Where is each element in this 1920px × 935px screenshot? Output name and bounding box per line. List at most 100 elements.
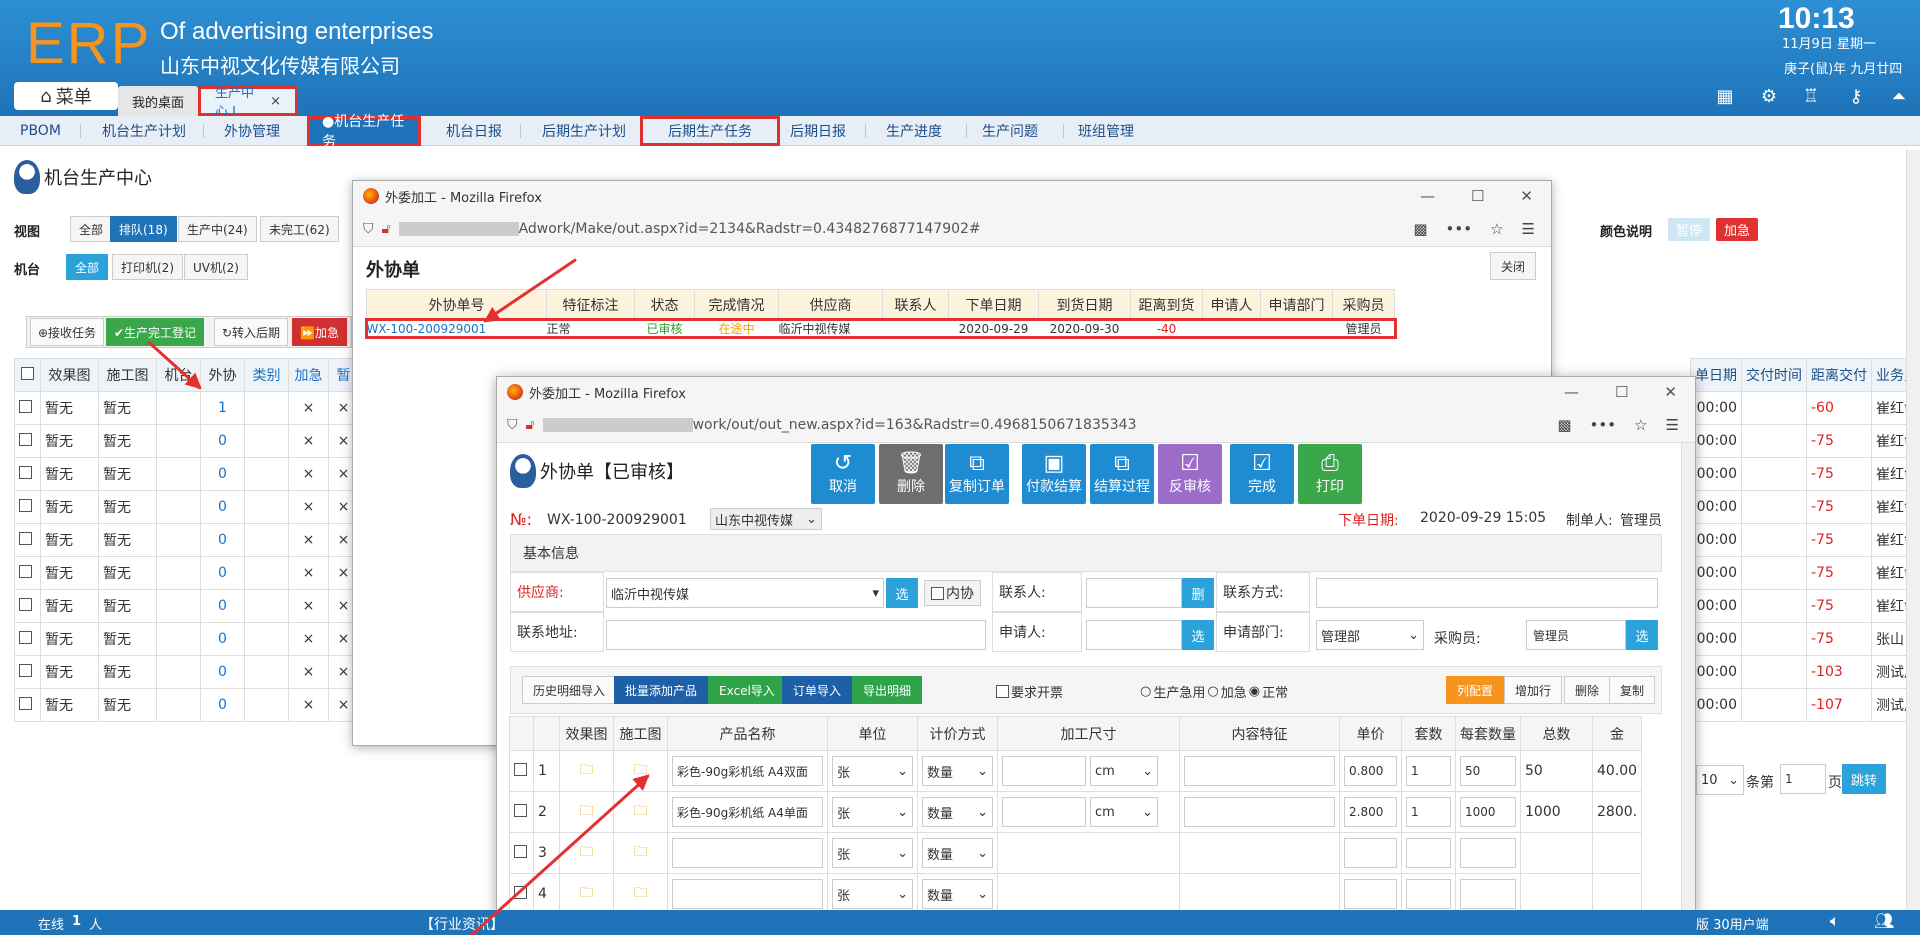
select-all-checkbox[interactable] [21, 366, 34, 380]
outsource-count-link[interactable]: 0 [200, 655, 245, 689]
size-input[interactable] [1002, 756, 1086, 786]
delete-row-button[interactable]: 删除 [1564, 676, 1611, 704]
applicant-pick-button[interactable]: 选 [1182, 620, 1214, 650]
folder-icon[interactable]: 🗀 [634, 885, 648, 901]
calc-select[interactable]: 数量⌄ [922, 756, 993, 786]
content-input[interactable] [1184, 797, 1335, 827]
radio-normal[interactable]: ◉ [1249, 684, 1260, 699]
view-queue[interactable]: 排队(18) [110, 216, 177, 242]
table-row[interactable]: 暂无 暂无 1 × × [14, 391, 359, 425]
product-name-input[interactable] [672, 879, 823, 909]
table-row[interactable]: 3 🗀 🗀 张 ⌄ 数量 ⌄ [509, 832, 1643, 874]
unit-select[interactable]: 张⌄ [832, 879, 913, 909]
table-row[interactable]: 暂无 暂无 0 × × [14, 523, 359, 557]
table-row[interactable]: 00:00 -75 崔红翎 [1690, 523, 1920, 557]
hamburger-icon[interactable]: ☰ [1522, 220, 1535, 238]
close-icon[interactable]: ✕ [1520, 187, 1533, 205]
nav-outsource[interactable]: 外协管理 [212, 116, 292, 146]
nav-post-plan[interactable]: 后期生产计划 [530, 116, 638, 146]
size-unit-select[interactable]: cm ⌄ [1090, 797, 1158, 827]
close-icon[interactable]: × [270, 94, 281, 109]
row-checkbox[interactable] [19, 597, 32, 611]
table-row[interactable]: 00:00 -75 张山 [1690, 622, 1920, 656]
folder-icon[interactable]: 🗀 [634, 803, 648, 819]
delete-button[interactable]: 🗑︎ 删除 [879, 444, 943, 504]
outsource-count-link[interactable]: 1 [200, 391, 245, 425]
outsource-count-link[interactable]: 0 [200, 556, 245, 590]
outsource-count-link[interactable]: 0 [200, 457, 245, 491]
calc-select[interactable]: 数量⌄ [922, 838, 993, 868]
table-row[interactable]: 暂无 暂无 0 × × [14, 688, 359, 722]
table-row[interactable]: 00:00 -60 崔红翎 [1690, 391, 1920, 425]
nav-post-task[interactable]: 后期生产任务 [640, 116, 780, 146]
nav-team[interactable]: 班组管理 [1066, 116, 1146, 146]
more-icon[interactable]: ••• [1446, 220, 1473, 238]
table-row[interactable]: 暂无 暂无 0 × × [14, 655, 359, 689]
table-row[interactable]: 暂无 暂无 0 × × [14, 424, 359, 458]
maximize-icon[interactable]: ☐ [1615, 383, 1628, 401]
qty-input[interactable]: 50 [1460, 756, 1516, 786]
users-icon[interactable]: 👥︎ [1874, 911, 1894, 930]
company-select[interactable]: 山东中视传媒 ⌄ [710, 508, 822, 530]
settle-process-button[interactable]: ⧉ 结算过程 [1090, 444, 1154, 504]
row-checkbox[interactable] [19, 696, 32, 710]
excel-import-button[interactable]: Excel导入 [708, 676, 786, 704]
contact-delete-button[interactable]: 删 [1182, 578, 1214, 608]
table-row[interactable]: 00:00 -75 崔红翎 [1690, 490, 1920, 524]
view-unfinished[interactable]: 未完工(62) [260, 216, 339, 242]
tab-my-desktop[interactable]: 我的桌面 [118, 86, 198, 116]
table-row[interactable]: WX-100-200929001 正常 已审核 在途中 临沂中视传媒 2020-… [364, 317, 1397, 339]
table-row[interactable]: 00:00 -75 崔红翎 [1690, 424, 1920, 458]
collapse-icon[interactable]: ⏶ [1888, 86, 1910, 108]
product-name-input[interactable]: 彩色-90g彩机纸 A4双面 [672, 756, 823, 786]
calc-select[interactable]: 数量⌄ [922, 879, 993, 909]
contact-input[interactable] [1086, 578, 1182, 608]
sets-input[interactable]: 1 [1406, 797, 1451, 827]
outsource-count-link[interactable]: 0 [200, 523, 245, 557]
url-bar[interactable]: ⛉ 🔓︎ work/out/out_new.aspx?id=163&Radstr… [497, 407, 1695, 443]
close-icon[interactable]: ✕ [1664, 383, 1677, 401]
row-checkbox[interactable] [19, 498, 32, 512]
folder-icon[interactable]: 🗀 [580, 885, 594, 901]
folder-icon[interactable]: 🗀 [580, 803, 594, 819]
nav-pbom[interactable]: PBOM [8, 116, 73, 146]
table-row[interactable]: 00:00 -103 测试用 [1690, 655, 1920, 689]
buyer-input[interactable]: 管理员 [1526, 620, 1626, 650]
page-size-select[interactable]: 10 ⌄ [1696, 765, 1744, 795]
folder-icon[interactable]: 🗀 [634, 844, 648, 860]
size-input[interactable] [1002, 797, 1086, 827]
table-row[interactable]: 00:00 -75 崔红翎 [1690, 457, 1920, 491]
apply-dept-select[interactable]: 管理部 ⌄ [1316, 620, 1424, 650]
unit-select[interactable]: 张⌄ [832, 838, 913, 868]
star-icon[interactable]: ☆ [1490, 220, 1503, 238]
row-checkbox[interactable] [514, 762, 527, 776]
maximize-icon[interactable]: ☐ [1471, 187, 1484, 205]
urgent-button[interactable]: ⏩加急 [292, 318, 347, 346]
buyer-pick-button[interactable]: 选 [1626, 620, 1658, 650]
price-input[interactable]: 2.800 [1344, 797, 1397, 827]
view-all[interactable]: 全部 [70, 216, 113, 242]
copy-order-button[interactable]: ⧉ 复制订单 [945, 444, 1009, 504]
print-button[interactable]: ⎙ 打印 [1298, 444, 1362, 504]
key-icon[interactable]: ⚷ [1845, 86, 1867, 108]
size-unit-select[interactable]: cm ⌄ [1090, 756, 1158, 786]
sets-input[interactable] [1406, 879, 1451, 909]
outsource-count-link[interactable]: 0 [200, 589, 245, 623]
machine-all[interactable]: 全部 [66, 254, 109, 280]
table-row[interactable]: 暂无 暂无 0 × × [14, 622, 359, 656]
internal-checkbox[interactable]: 内协 [924, 580, 981, 606]
nav-machine-task[interactable]: ●机台生产任务 [307, 114, 421, 150]
sets-input[interactable] [1406, 838, 1451, 868]
receive-task-button[interactable]: ⊕接收任务 [30, 318, 105, 346]
table-row[interactable]: 2 🗀 🗀 彩色-90g彩机纸 A4单面张 ⌄ 数量 ⌄ cm ⌄ 2.800 1 1000 1000 2… [509, 791, 1643, 833]
price-input[interactable] [1344, 838, 1397, 868]
copy-row-button[interactable]: 复制 [1609, 676, 1656, 704]
invoice-checkbox[interactable]: 要求开票 [996, 682, 1063, 701]
row-checkbox[interactable] [514, 803, 527, 817]
unit-select[interactable]: 张⌄ [832, 797, 913, 827]
scrollbar[interactable] [1681, 443, 1695, 935]
star-icon[interactable]: ☆ [1634, 416, 1647, 434]
qty-input[interactable] [1460, 838, 1516, 868]
price-input[interactable] [1344, 879, 1397, 909]
product-name-input[interactable]: 彩色-90g彩机纸 A4单面 [672, 797, 823, 827]
